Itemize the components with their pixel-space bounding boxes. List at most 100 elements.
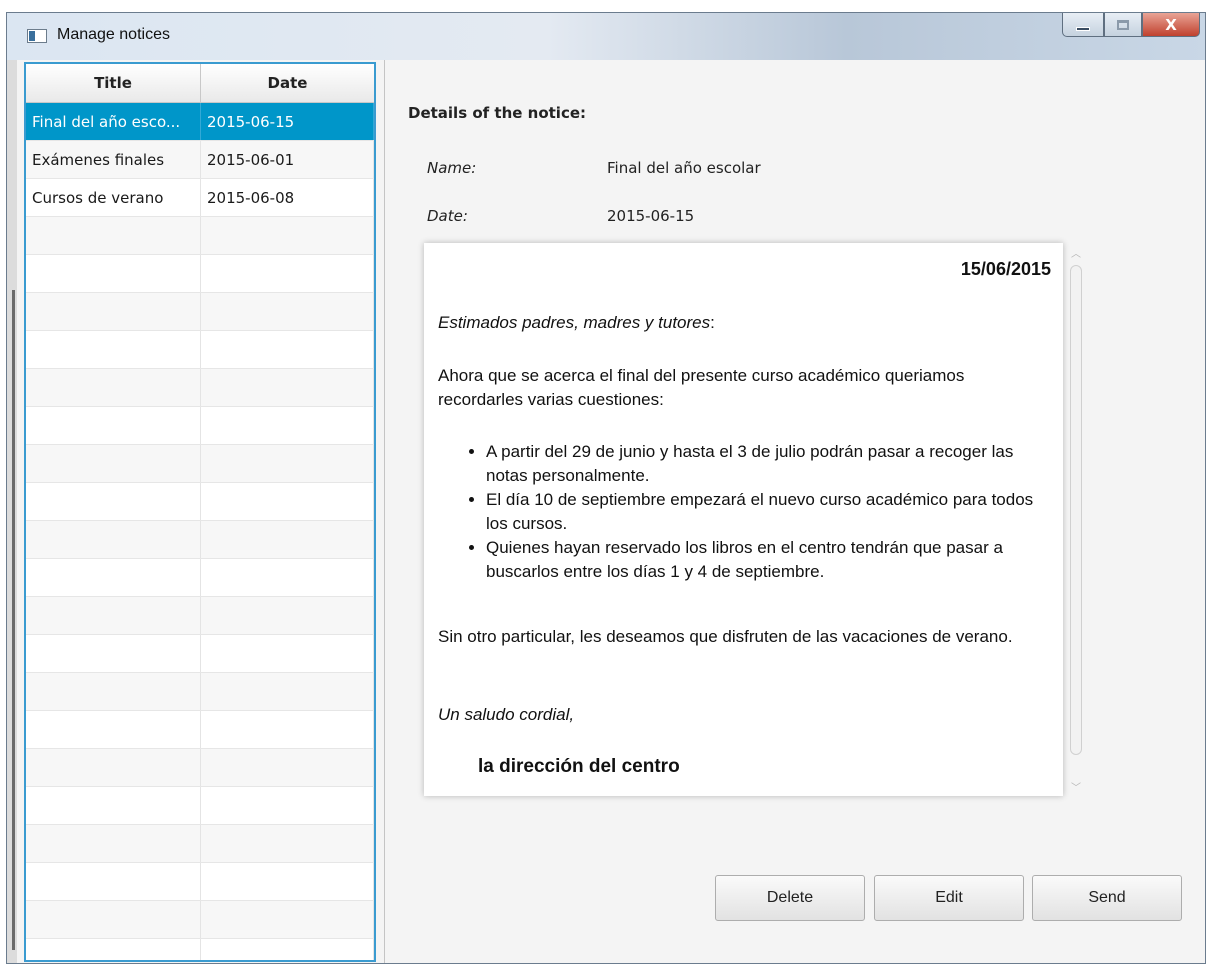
list-item: El día 10 de septiembre empezará el nuev… <box>486 488 1046 536</box>
cell-title <box>26 369 201 406</box>
cell-title: Final del año esco... <box>26 103 201 140</box>
table-row[interactable] <box>26 749 374 787</box>
cell-date <box>201 711 374 748</box>
cell-date <box>201 673 374 710</box>
table-row[interactable] <box>26 483 374 521</box>
list-item: Quienes hayan reservado los libros en el… <box>486 536 1046 584</box>
cell-title <box>26 635 201 672</box>
cell-title <box>26 483 201 520</box>
table-header: Title Date <box>26 64 374 103</box>
table-row[interactable] <box>26 407 374 445</box>
cell-title <box>26 293 201 330</box>
table-row[interactable]: Exámenes finales 2015-06-01 <box>26 141 374 179</box>
cell-date <box>201 597 374 634</box>
cell-date <box>201 407 374 444</box>
table-row[interactable] <box>26 939 374 960</box>
cell-date <box>201 939 374 960</box>
app-icon <box>27 29 47 43</box>
table-row[interactable] <box>26 255 374 293</box>
table-row[interactable] <box>26 293 374 331</box>
name-value: Final del año escolar <box>607 159 761 177</box>
cell-date <box>201 217 374 254</box>
notice-list: A partir del 29 de junio y hasta el 3 de… <box>486 440 1046 584</box>
cell-title <box>26 255 201 292</box>
cell-title <box>26 901 201 938</box>
notice-scrollbar[interactable]: ︿ ﹀ <box>1069 243 1083 796</box>
table-row[interactable] <box>26 787 374 825</box>
cell-date <box>201 255 374 292</box>
cell-title <box>26 521 201 558</box>
cell-date: 2015-06-01 <box>201 141 374 178</box>
cell-date <box>201 863 374 900</box>
date-label: Date: <box>427 207 468 225</box>
cell-title: Exámenes finales <box>26 141 201 178</box>
title-bar: Manage notices X <box>7 13 1205 60</box>
notices-table[interactable]: Title Date Final del año esco... 2015-06-… <box>24 62 376 962</box>
notice-document: 15/06/2015 Estimados padres, madres y tu… <box>424 243 1063 796</box>
table-row[interactable] <box>26 445 374 483</box>
table-row[interactable] <box>26 825 374 863</box>
table-row[interactable] <box>26 673 374 711</box>
greeting-colon: : <box>710 313 715 332</box>
notice-greeting: Estimados padres, madres y tutores: <box>438 311 1038 335</box>
notice-date: 15/06/2015 <box>960 259 1051 279</box>
maximize-icon <box>1117 19 1129 30</box>
cell-date <box>201 749 374 786</box>
table-row[interactable] <box>26 559 374 597</box>
cell-title <box>26 597 201 634</box>
name-label: Name: <box>427 159 477 177</box>
cell-title <box>26 939 201 960</box>
table-row[interactable] <box>26 597 374 635</box>
cell-date <box>201 559 374 596</box>
table-row[interactable] <box>26 901 374 939</box>
table-row[interactable] <box>26 863 374 901</box>
edit-button[interactable]: Edit <box>874 875 1024 921</box>
cell-title <box>26 711 201 748</box>
minimize-icon <box>1076 26 1090 31</box>
table-row[interactable] <box>26 217 374 255</box>
close-icon: X <box>1165 15 1177 34</box>
manage-notices-window: Manage notices X Title Date Final del añ… <box>6 12 1206 964</box>
greeting-text: Estimados padres, madres y tutores <box>438 313 711 332</box>
minimize-button[interactable] <box>1062 13 1104 37</box>
cell-date <box>201 521 374 558</box>
table-row[interactable] <box>26 369 374 407</box>
cell-date <box>201 445 374 482</box>
send-button[interactable]: Send <box>1032 875 1182 921</box>
maximize-button[interactable] <box>1104 13 1142 37</box>
cell-date <box>201 369 374 406</box>
column-header-date[interactable]: Date <box>201 64 374 102</box>
cell-date <box>201 331 374 368</box>
table-row[interactable]: Final del año esco... 2015-06-15 <box>26 103 374 141</box>
cell-title <box>26 559 201 596</box>
cell-title: Cursos de verano <box>26 179 201 216</box>
cell-date <box>201 901 374 938</box>
table-row[interactable] <box>26 711 374 749</box>
details-heading: Details of the notice: <box>408 104 587 122</box>
date-value: 2015-06-15 <box>607 207 695 225</box>
table-row[interactable] <box>26 635 374 673</box>
notice-intro: Ahora que se acerca el final del present… <box>438 366 965 409</box>
scrollbar-thumb[interactable] <box>1070 265 1082 755</box>
cell-date <box>201 293 374 330</box>
table-row[interactable] <box>26 331 374 369</box>
cell-date <box>201 635 374 672</box>
column-header-title[interactable]: Title <box>26 64 201 102</box>
table-row[interactable]: Cursos de verano 2015-06-08 <box>26 179 374 217</box>
left-edge <box>7 60 17 963</box>
chevron-down-icon[interactable]: ﹀ <box>1071 779 1081 794</box>
chevron-up-icon[interactable]: ︿ <box>1071 245 1081 260</box>
window-title: Manage notices <box>57 26 170 43</box>
cell-title <box>26 445 201 482</box>
cell-title <box>26 673 201 710</box>
cell-date <box>201 825 374 862</box>
window-controls: X <box>1062 13 1200 43</box>
delete-button[interactable]: Delete <box>715 875 865 921</box>
notice-signature: la dirección del centro <box>478 756 680 777</box>
close-button[interactable]: X <box>1142 13 1200 37</box>
split-divider[interactable] <box>384 60 385 963</box>
cell-title <box>26 217 201 254</box>
cell-title <box>26 749 201 786</box>
cell-title <box>26 787 201 824</box>
table-row[interactable] <box>26 521 374 559</box>
